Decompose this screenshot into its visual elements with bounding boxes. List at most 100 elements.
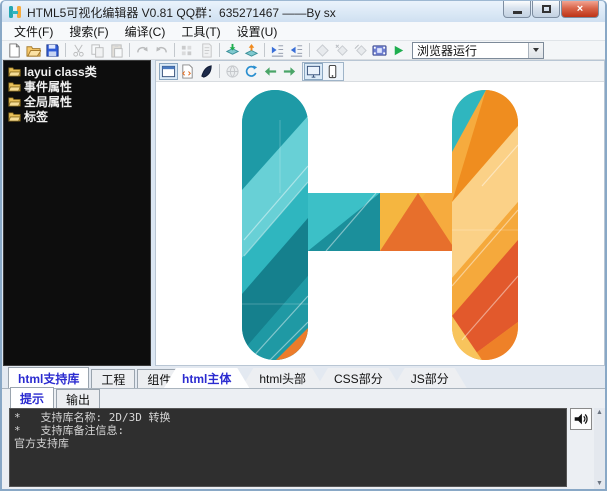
minimize-icon <box>513 11 522 14</box>
paste-icon <box>109 43 124 58</box>
sound-toggle-button[interactable] <box>570 408 592 430</box>
toolbar-separator <box>309 43 310 57</box>
app-window: HTML5可视化编辑器 V0.81 QQ群：635271467 ——By sx … <box>0 0 607 491</box>
diamond-percent-icon <box>353 43 368 58</box>
monitor-icon <box>306 64 321 79</box>
desktop-view-button[interactable] <box>304 63 323 80</box>
bottom-tab-strip: html支持库 工程 组件 html主体 html头部 CSS部分 JS部分 <box>2 366 605 388</box>
tree-item-global-attrs[interactable]: 全局属性 <box>6 94 150 109</box>
edit-tool-button[interactable] <box>197 63 216 80</box>
back-button[interactable] <box>261 63 280 80</box>
save-icon <box>45 43 60 58</box>
tree-item-layui-class[interactable]: layui class类 <box>6 64 150 79</box>
refresh-button[interactable] <box>242 63 261 80</box>
toolbar-separator <box>174 43 175 57</box>
menu-search[interactable]: 搜索(F) <box>61 21 116 42</box>
document-tabs: html主体 html头部 CSS部分 JS部分 <box>154 368 605 388</box>
design-view-button[interactable] <box>159 63 178 80</box>
breakpoint-next-button[interactable] <box>332 42 351 59</box>
folder-icon <box>8 111 21 122</box>
script-page-icon <box>199 43 214 58</box>
run-to-cursor-button[interactable] <box>178 42 197 59</box>
output-console[interactable]: * 支持库名称: 2D/3D 转换 * 支持库备注信息: 官方支持库 <box>9 408 567 487</box>
movie-icon <box>372 43 387 58</box>
output-side-strip <box>567 408 594 489</box>
tab-css-section[interactable]: CSS部分 <box>316 368 401 388</box>
output-tab-strip: 提示 输出 <box>2 389 605 408</box>
script-button[interactable] <box>197 42 216 59</box>
indent-button[interactable] <box>268 42 287 59</box>
breakpoint-clear-button[interactable] <box>351 42 370 59</box>
animation-button[interactable] <box>370 42 389 59</box>
tab-project[interactable]: 工程 <box>91 369 135 388</box>
maximize-button[interactable] <box>532 1 560 18</box>
globe-icon <box>225 64 240 79</box>
tree-item-event-attrs[interactable]: 事件属性 <box>6 79 150 94</box>
tab-js-section[interactable]: JS部分 <box>393 368 467 388</box>
save-button[interactable] <box>43 42 62 59</box>
design-canvas[interactable] <box>156 82 604 365</box>
close-button[interactable]: × <box>561 1 599 18</box>
run-button[interactable] <box>389 42 408 59</box>
html-file-icon <box>180 64 195 79</box>
scroll-up-icon[interactable]: ▲ <box>596 409 603 417</box>
redo-button[interactable] <box>133 42 152 59</box>
output-body: * 支持库名称: 2D/3D 转换 * 支持库备注信息: 官方支持库 ▲ ▼ <box>2 408 605 489</box>
home-page-button[interactable] <box>223 63 242 80</box>
indent-icon <box>270 43 285 58</box>
undo-icon <box>154 43 169 58</box>
tab-output[interactable]: 输出 <box>56 389 100 408</box>
new-file-button[interactable] <box>5 42 24 59</box>
redo-icon <box>135 43 150 58</box>
tab-html-library[interactable]: html支持库 <box>8 367 89 388</box>
open-file-button[interactable] <box>24 42 43 59</box>
output-line: * 支持库名称: 2D/3D 转换 <box>14 411 170 424</box>
toolbar-separator <box>129 43 130 57</box>
import-library-button[interactable] <box>223 42 242 59</box>
menu-tools[interactable]: 工具(T) <box>173 21 228 42</box>
diamond-star-icon <box>334 43 349 58</box>
html-source-button[interactable] <box>178 63 197 80</box>
library-tree-panel: layui class类 事件属性 全局属性 标签 <box>3 60 151 366</box>
toolbar-separator <box>219 64 220 78</box>
title-bar[interactable]: HTML5可视化编辑器 V0.81 QQ群：635271467 ——By sx … <box>2 1 605 22</box>
menu-settings[interactable]: 设置(U) <box>229 21 286 42</box>
layer-export-icon <box>244 43 259 58</box>
tree-item-tags[interactable]: 标签 <box>6 109 150 124</box>
cut-icon <box>71 43 86 58</box>
folder-icon <box>8 81 21 92</box>
main-area: layui class类 事件属性 全局属性 标签 <box>2 60 605 366</box>
copy-icon <box>90 43 105 58</box>
scroll-down-icon[interactable]: ▼ <box>596 480 603 488</box>
dropdown-arrow-button[interactable] <box>528 43 543 58</box>
paste-button[interactable] <box>107 42 126 59</box>
tree-item-label: 标签 <box>24 108 48 125</box>
window-controls: × <box>502 1 599 18</box>
panel-tabs: html支持库 工程 组件 <box>2 367 154 388</box>
quill-icon <box>199 64 214 79</box>
run-mode-dropdown[interactable]: 浏览器运行 <box>412 42 544 59</box>
editor-toolbar <box>156 61 604 82</box>
mobile-view-button[interactable] <box>323 63 342 80</box>
forward-button[interactable] <box>280 63 299 80</box>
export-library-button[interactable] <box>242 42 261 59</box>
undo-button[interactable] <box>152 42 171 59</box>
viewport-switch-group <box>302 62 344 81</box>
menu-file[interactable]: 文件(F) <box>6 21 61 42</box>
outdent-icon <box>289 43 304 58</box>
copy-button[interactable] <box>88 42 107 59</box>
breakpoint-toggle-button[interactable] <box>313 42 332 59</box>
new-file-icon <box>7 43 22 58</box>
output-scrollbar[interactable]: ▲ ▼ <box>594 408 605 489</box>
diamond-icon <box>315 43 330 58</box>
cut-button[interactable] <box>69 42 88 59</box>
minimize-button[interactable] <box>503 1 531 18</box>
menu-compile[interactable]: 编译(C) <box>117 21 174 42</box>
phone-icon <box>325 64 340 79</box>
tab-html-body[interactable]: html主体 <box>164 368 249 388</box>
tab-html-head[interactable]: html头部 <box>241 368 324 388</box>
outdent-button[interactable] <box>287 42 306 59</box>
h-logo-image <box>230 90 530 360</box>
tab-hints[interactable]: 提示 <box>10 387 54 408</box>
output-line: 官方支持库 <box>14 437 69 450</box>
